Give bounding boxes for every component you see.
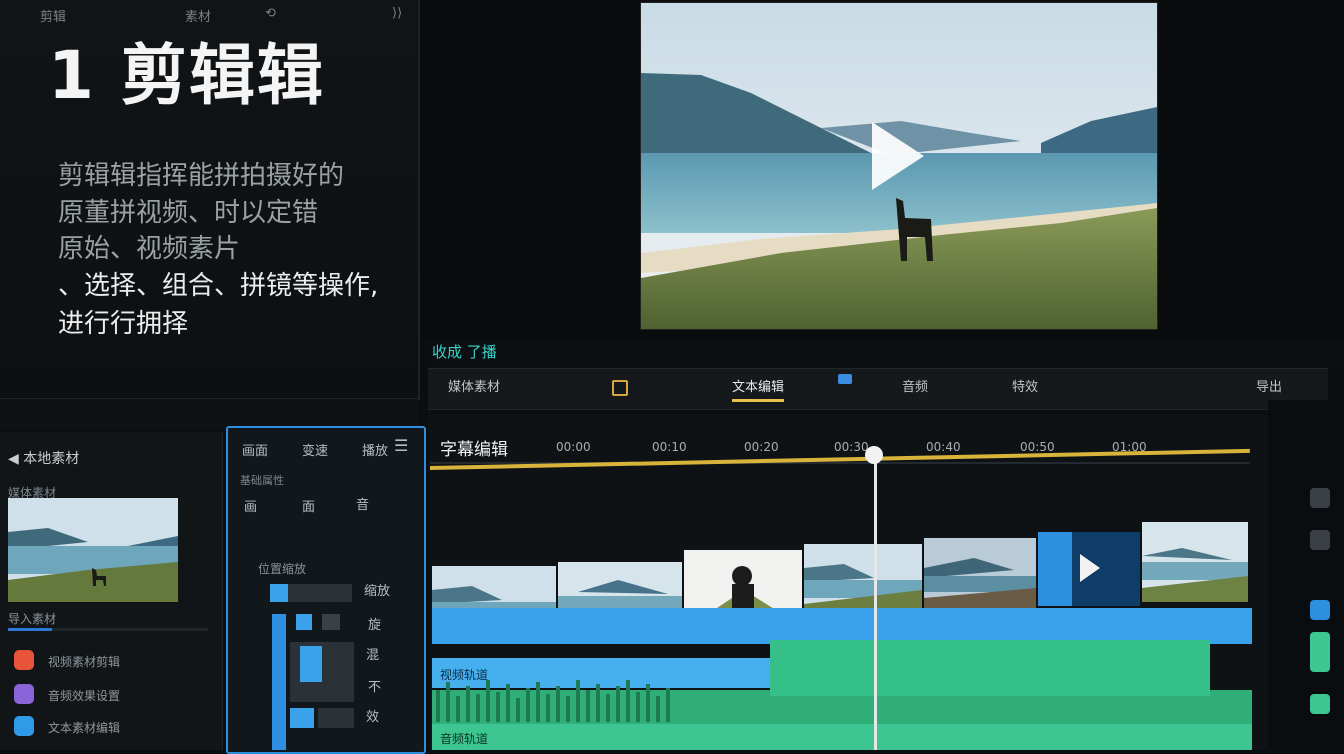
tab-text[interactable]: 文本编辑: [732, 376, 785, 402]
ruler-label: 00:20: [744, 440, 779, 454]
intro-title: 1 剪辑辑: [48, 37, 325, 114]
tab-export[interactable]: 导出: [1256, 376, 1282, 395]
app-icon: [14, 650, 34, 670]
media-list-item-label: 视频素材剪辑: [48, 655, 121, 669]
ruler-label: 00:50: [1020, 440, 1055, 454]
tab-audio[interactable]: 音频: [902, 376, 928, 395]
audio-track[interactable]: [770, 640, 1210, 696]
footer-item-assets[interactable]: 素材: [185, 6, 211, 25]
media-thumbnail[interactable]: [8, 498, 178, 602]
audio-track[interactable]: [432, 724, 1252, 750]
tool-button[interactable]: [1310, 632, 1330, 672]
props-row-1: 画: [244, 500, 258, 515]
media-label: 导入素材: [8, 612, 57, 626]
status-label: 收成 了播: [432, 343, 497, 361]
intro-line-4: 、选择、组合、拼镜等操作,: [58, 271, 379, 301]
media-list-item-label: 音频效果设置: [48, 689, 121, 703]
props-tab-speed[interactable]: 变速: [302, 440, 328, 459]
intro-line-3: 原始、视频素片: [58, 234, 241, 264]
props-tab-picture[interactable]: 画面: [242, 440, 268, 459]
preview-box-fill: [300, 646, 322, 682]
tool-button[interactable]: [1310, 694, 1330, 714]
clip-thumbnail: [1038, 532, 1140, 606]
tool-button[interactable]: [1310, 488, 1330, 508]
ruler-label: 00:10: [652, 440, 687, 454]
status-bar: [428, 338, 1344, 366]
vertical-slider[interactable]: [272, 614, 286, 750]
props-row-2: 面: [302, 500, 316, 515]
ruler-label: 00:30: [834, 440, 869, 454]
props-item-2: 旋: [368, 618, 382, 633]
tab-media[interactable]: 媒体素材: [448, 376, 500, 395]
video-clip[interactable]: [924, 538, 1038, 612]
app-icon: [14, 684, 34, 704]
app-icon: [14, 716, 34, 736]
folder-icon[interactable]: [612, 380, 628, 396]
layout-icon[interactable]: [838, 374, 852, 384]
playhead-handle[interactable]: [865, 446, 883, 464]
right-toolbar: [1268, 400, 1344, 750]
rotation-handle[interactable]: [290, 708, 314, 728]
clip-thumbnail: [1142, 522, 1248, 602]
clip-thumbnail: [924, 538, 1036, 612]
forward-icon[interactable]: ⟩⟩: [392, 6, 402, 21]
props-subtitle: 基础属性: [240, 474, 284, 487]
thumbnail-landscape: [8, 498, 178, 602]
intro-line-1: 剪辑辑指挥能拼拍摄好的: [58, 161, 345, 191]
media-progress-fill: [8, 628, 52, 631]
ruler-label: 00:00: [556, 440, 591, 454]
media-header[interactable]: ◀ 本地素材: [8, 448, 79, 468]
audio-track-label: 音频轨道: [440, 732, 489, 746]
intro-line-2: 原董拼视频、时以定错: [58, 198, 319, 228]
scale-slider-fill: [270, 584, 288, 602]
media-list-item-label: 文本素材编辑: [48, 721, 121, 735]
rotation-box[interactable]: [318, 708, 354, 728]
position-handle[interactable]: [296, 614, 312, 630]
footer-item-edit[interactable]: 剪辑: [40, 6, 66, 25]
props-tab-play[interactable]: 播放: [362, 440, 388, 459]
video-clip[interactable]: [1142, 522, 1250, 602]
menu-icon[interactable]: ☰: [394, 436, 408, 455]
editor-tab-bar: [428, 368, 1328, 410]
props-item-4: 不: [368, 680, 382, 695]
video-clip-selected[interactable]: [1038, 532, 1142, 606]
ruler-label: 00:40: [926, 440, 961, 454]
undo-icon[interactable]: ⟲: [265, 6, 276, 21]
intro-line-5: 进行行拥择: [58, 309, 189, 339]
props-row-3: 音: [356, 498, 370, 513]
tool-button[interactable]: [1310, 600, 1330, 620]
props-section-title: 位置缩放: [258, 562, 307, 576]
tab-effects[interactable]: 特效: [1012, 376, 1038, 395]
position-box[interactable]: [322, 614, 340, 630]
playhead[interactable]: [874, 452, 877, 750]
timeline-title: 字幕编辑: [440, 440, 508, 460]
props-item-5: 效: [366, 710, 380, 725]
intro-footer: [0, 398, 418, 429]
play-icon[interactable]: [872, 122, 924, 190]
props-item-1: 缩放: [364, 584, 391, 599]
video-track-bar[interactable]: [432, 608, 1252, 644]
audio-waveform: [436, 680, 670, 722]
tool-button[interactable]: [1310, 530, 1330, 550]
props-item-3: 混: [366, 648, 380, 663]
